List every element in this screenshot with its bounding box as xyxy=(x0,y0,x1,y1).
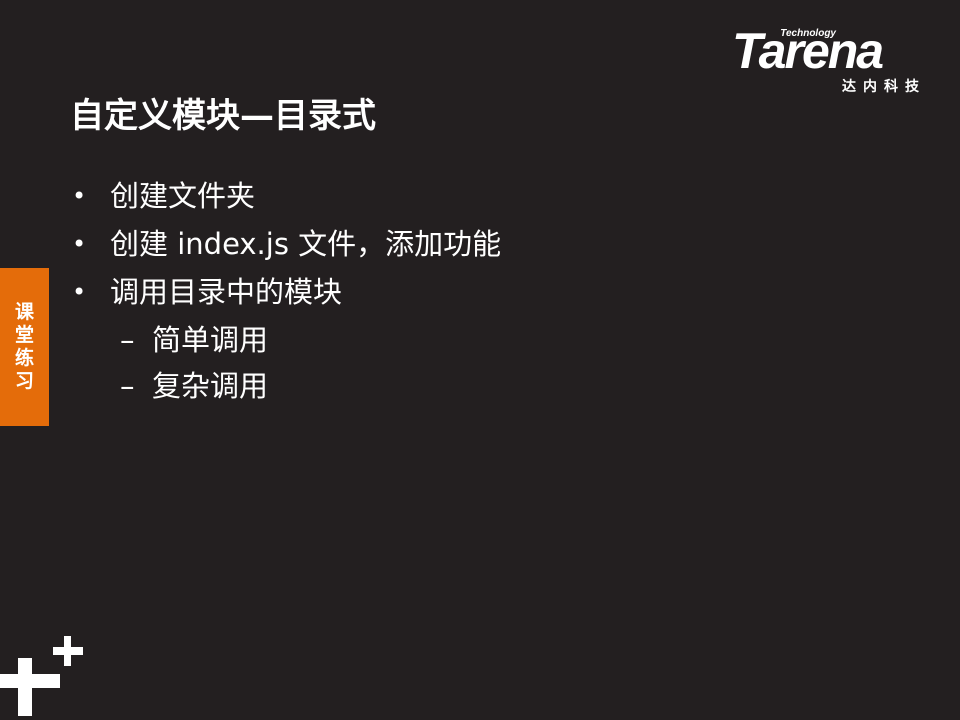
logo-chinese-name: 达内科技 xyxy=(842,79,926,95)
sub-bullet-dash: – xyxy=(120,369,135,403)
bullet-dot: • xyxy=(72,230,87,258)
small-plus-horizontal xyxy=(53,647,83,655)
side-tab-label: 课堂练习 xyxy=(14,301,34,392)
plus-icon xyxy=(0,636,83,716)
slide-title: 自定义模块—目录式 xyxy=(70,96,376,136)
logo-wordmark: Tarena xyxy=(732,23,884,79)
sub-bullet-text: 简单调用 xyxy=(152,323,269,357)
bullet-dot: • xyxy=(72,182,87,210)
large-plus-horizontal xyxy=(0,674,60,688)
bullet-text: 创建 index.js 文件，添加功能 xyxy=(110,227,502,261)
sub-bullet-text: 复杂调用 xyxy=(152,369,269,403)
tarena-logo: Technology Tarena 达内科技 xyxy=(732,24,928,96)
bullet-dot: • xyxy=(72,278,87,306)
bullet-text: 创建文件夹 xyxy=(110,179,256,213)
bullet-text: 调用目录中的模块 xyxy=(110,275,343,309)
classroom-exercise-tab: 课堂练习 xyxy=(0,268,49,426)
slide: Technology Tarena 达内科技 自定义模块—目录式 • 创建文件夹… xyxy=(0,0,960,720)
sub-bullet-dash: – xyxy=(120,323,135,357)
